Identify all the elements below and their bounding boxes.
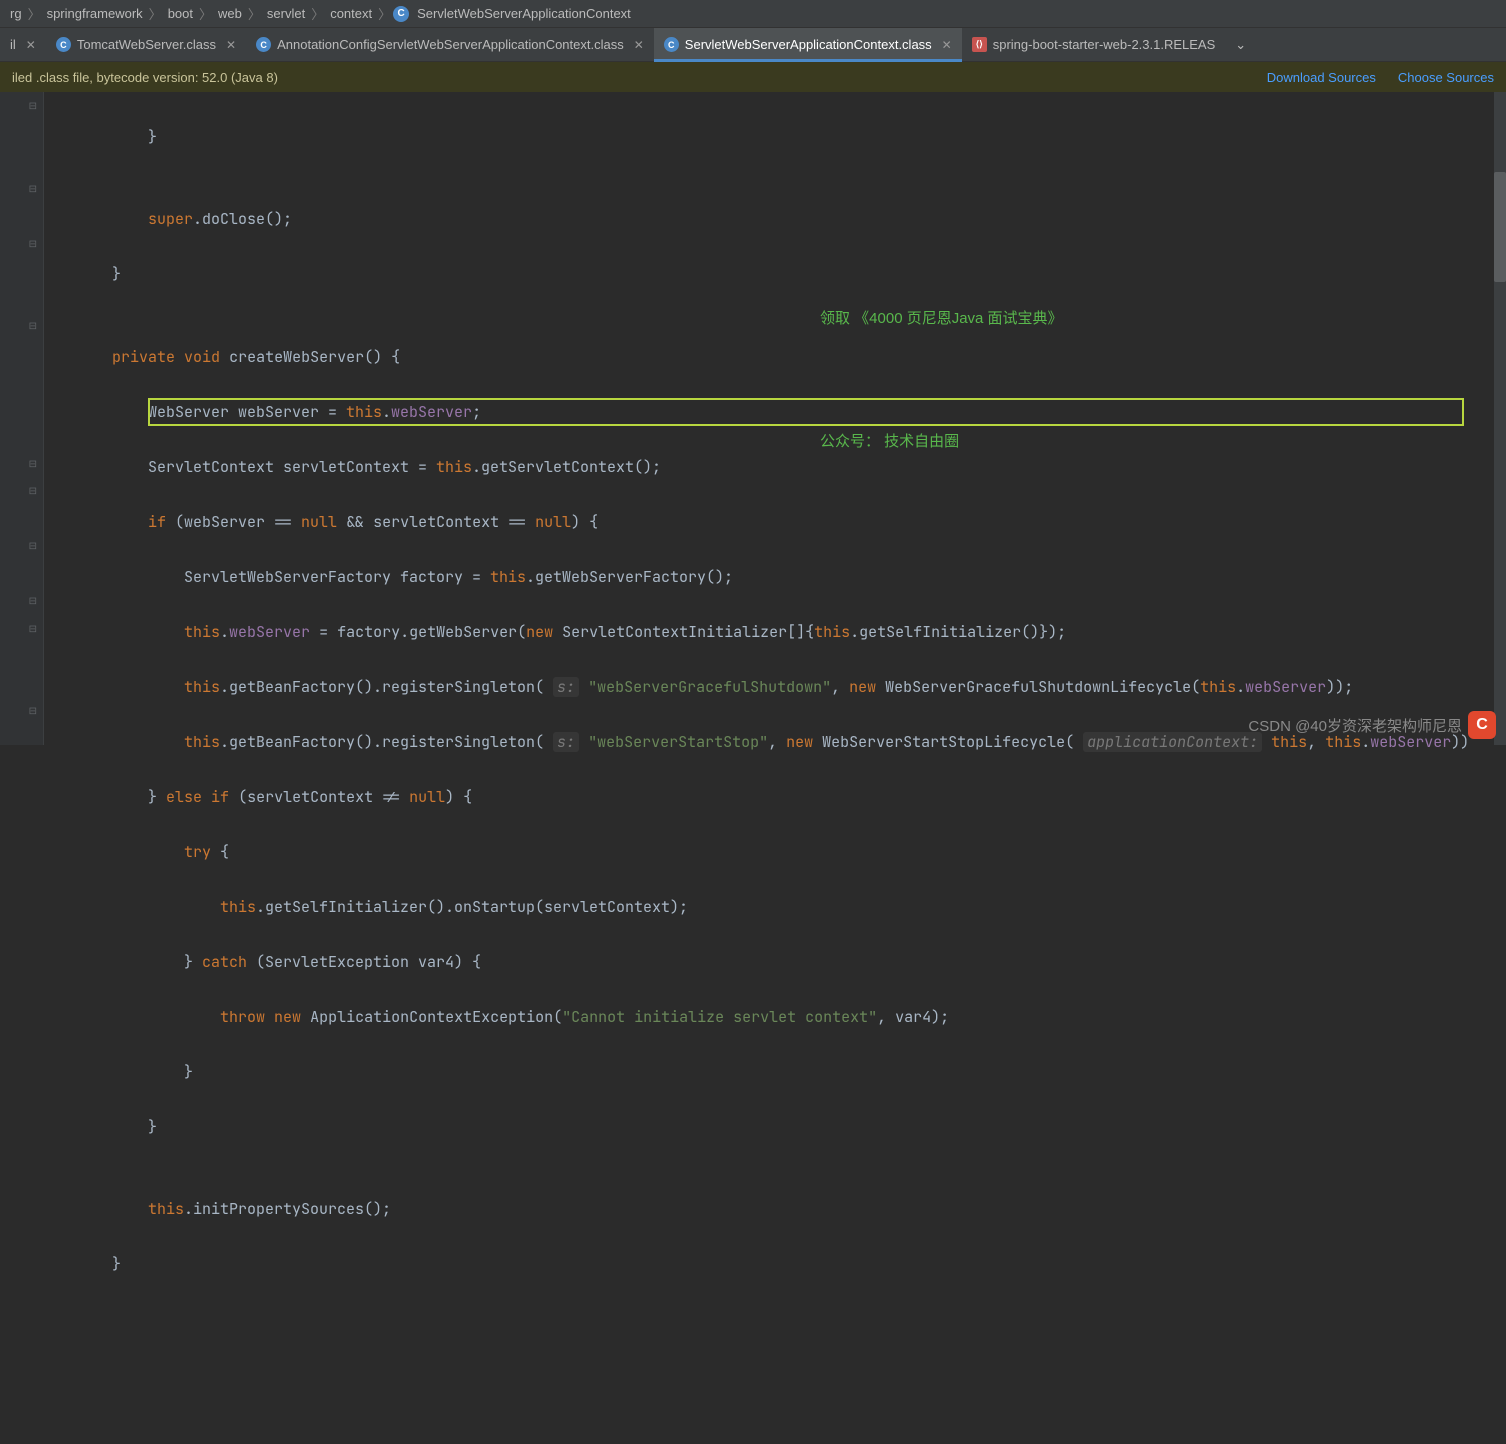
- code-line: private void createWebServer() {: [76, 344, 1494, 372]
- tab-label: ServletWebServerApplicationContext.class: [685, 37, 932, 52]
- tab-tomcat[interactable]: C TomcatWebServer.class ✕: [46, 28, 246, 61]
- download-sources-link[interactable]: Download Sources: [1267, 70, 1376, 85]
- code-line: try {: [76, 839, 1494, 867]
- code-line: }: [76, 1114, 1494, 1142]
- crumb-current[interactable]: ServletWebServerApplicationContext: [413, 6, 635, 21]
- code-line: throw new ApplicationContextException("C…: [76, 1004, 1494, 1032]
- editor-gutter[interactable]: ⊟⊟ ⊟ ⊟ ⊟⊟ ⊟⊟⊟ ⊟: [0, 92, 44, 745]
- crumb[interactable]: servlet: [263, 6, 309, 21]
- chevron-right-icon: 〉: [246, 4, 263, 23]
- tab-label: spring-boot-starter-web-2.3.1.RELEAS: [993, 37, 1216, 52]
- class-icon: C: [393, 6, 409, 22]
- close-icon[interactable]: ✕: [22, 38, 36, 52]
- code-line: this.webServer = factory.getWebServer(ne…: [76, 619, 1494, 647]
- code-line: }: [76, 124, 1494, 152]
- code-line: } catch (ServletException var4) {: [76, 949, 1494, 977]
- tab-label: il: [10, 37, 16, 52]
- close-icon[interactable]: ✕: [938, 38, 952, 52]
- tab-spring-boot-starter[interactable]: ⟨⟩ spring-boot-starter-web-2.3.1.RELEAS: [962, 28, 1226, 61]
- tab-label: TomcatWebServer.class: [77, 37, 216, 52]
- class-icon: C: [664, 37, 679, 52]
- code-line: if (webServer == null && servletContext …: [76, 509, 1494, 537]
- code-line: ServletWebServerFactory factory = this.g…: [76, 564, 1494, 592]
- crumb[interactable]: boot: [164, 6, 197, 21]
- scrollbar-thumb[interactable]: [1494, 172, 1506, 282]
- tab-prev[interactable]: il ✕: [0, 28, 46, 61]
- tab-servlet-context[interactable]: C ServletWebServerApplicationContext.cla…: [654, 28, 962, 61]
- code-area[interactable]: } super.doClose(); } private void create…: [44, 92, 1494, 745]
- tab-annotation-config[interactable]: C AnnotationConfigServletWebServerApplic…: [246, 28, 654, 61]
- code-editor[interactable]: ⊟⊟ ⊟ ⊟ ⊟⊟ ⊟⊟⊟ ⊟ } super.doClose(); } pri…: [0, 92, 1506, 745]
- chevron-down-icon: ⌄: [1235, 37, 1246, 53]
- csdn-logo-icon: C: [1468, 711, 1496, 739]
- code-line: }: [76, 1251, 1494, 1279]
- close-icon[interactable]: ✕: [630, 38, 644, 52]
- code-line: super.doClose();: [76, 206, 1494, 234]
- close-icon[interactable]: ✕: [222, 38, 236, 52]
- crumb[interactable]: springframework: [43, 6, 147, 21]
- code-line: ServletContext servletContext = this.get…: [76, 454, 1494, 482]
- code-line: } else if (servletContext != null) {: [76, 784, 1494, 812]
- code-line: this.initPropertySources();: [76, 1196, 1494, 1224]
- class-icon: C: [56, 37, 71, 52]
- xml-icon: ⟨⟩: [972, 37, 987, 52]
- notice-text: iled .class file, bytecode version: 52.0…: [12, 70, 278, 85]
- editor-tabs: il ✕ C TomcatWebServer.class ✕ C Annotat…: [0, 28, 1506, 62]
- code-line: WebServer webServer = this.webServer;: [76, 399, 1494, 427]
- crumb[interactable]: web: [214, 6, 246, 21]
- class-icon: C: [256, 37, 271, 52]
- chevron-right-icon: 〉: [147, 4, 164, 23]
- vertical-scrollbar[interactable]: [1494, 92, 1506, 745]
- crumb[interactable]: rg: [6, 6, 26, 21]
- annotation-line1: 领取 《4000 页尼恩Java 面试宝典》: [820, 308, 1063, 329]
- more-tabs-button[interactable]: ⌄: [1225, 28, 1256, 61]
- annotation-overlay: 领取 《4000 页尼恩Java 面试宝典》 公众号： 技术自由圈: [820, 266, 1063, 494]
- code-line: this.getSelfInitializer().onStartup(serv…: [76, 894, 1494, 922]
- chevron-right-icon: 〉: [376, 4, 393, 23]
- watermark-text: CSDN @40岁资深老架构师尼恩: [1248, 715, 1462, 736]
- decompiled-notice: iled .class file, bytecode version: 52.0…: [0, 62, 1506, 92]
- watermark: CSDN @40岁资深老架构师尼恩 C: [1248, 711, 1496, 739]
- chevron-right-icon: 〉: [309, 4, 326, 23]
- choose-sources-link[interactable]: Choose Sources: [1398, 70, 1494, 85]
- breadcrumb-bar: rg〉 springframework〉 boot〉 web〉 servlet〉…: [0, 0, 1506, 28]
- tab-label: AnnotationConfigServletWebServerApplicat…: [277, 37, 624, 52]
- chevron-right-icon: 〉: [197, 4, 214, 23]
- code-line: }: [76, 261, 1494, 289]
- chevron-right-icon: 〉: [26, 4, 43, 23]
- crumb[interactable]: context: [326, 6, 376, 21]
- annotation-line2: 公众号： 技术自由圈: [820, 431, 1063, 452]
- code-line: this.getBeanFactory().registerSingleton(…: [76, 674, 1494, 702]
- code-line: }: [76, 1059, 1494, 1087]
